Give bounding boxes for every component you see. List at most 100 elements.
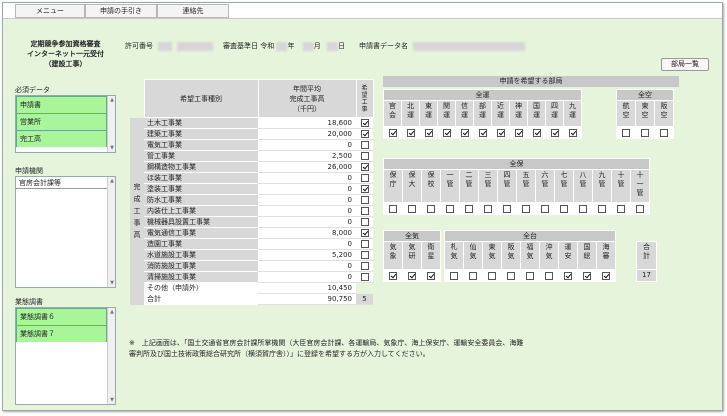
scrollbar[interactable]: ▲ ▼ <box>107 96 115 152</box>
menu-item-guide[interactable]: 申請の手引き <box>85 4 157 18</box>
desired-checkbox[interactable] <box>360 119 369 127</box>
list-item[interactable]: 業態調書７ <box>16 325 107 342</box>
avg-amount-input[interactable]: 18,600 <box>258 117 356 129</box>
desired-checkbox[interactable] <box>360 130 369 138</box>
scroll-down-icon[interactable]: ▼ <box>109 280 115 286</box>
zenho-checkbox[interactable] <box>560 204 568 213</box>
zenho-checkbox[interactable] <box>484 204 492 213</box>
scroll-up-icon[interactable]: ▲ <box>109 309 115 315</box>
zenho-checkbox[interactable] <box>389 204 397 213</box>
desired-checkbox[interactable] <box>360 141 369 149</box>
zenku-checkbox[interactable] <box>622 128 630 137</box>
list-item[interactable]: 官房会計課等 <box>16 177 107 189</box>
scroll-down-icon[interactable]: ▼ <box>109 397 115 403</box>
list-item[interactable]: 業態調書６ <box>16 308 107 325</box>
list-item[interactable]: 営業所 <box>16 113 107 130</box>
total-count: 5 <box>356 293 373 305</box>
desired-checkbox[interactable] <box>360 207 369 215</box>
zendai-checkbox[interactable] <box>526 271 534 280</box>
desired-checkbox[interactable] <box>360 218 369 226</box>
application-agency-list[interactable]: 官房会計課等 ▲ ▼ <box>15 176 116 288</box>
table-row: 造園工事業 0 <box>130 238 373 250</box>
required-data-list[interactable]: 申請書 営業所 完工高 ▲ ▼ <box>15 95 116 153</box>
desired-checkbox[interactable] <box>360 229 369 237</box>
zenho-checkbox[interactable] <box>636 204 644 213</box>
zendai-checkbox[interactable] <box>469 271 477 280</box>
avg-amount-input[interactable]: 0 <box>258 260 356 272</box>
zenho-checkbox[interactable] <box>465 204 473 213</box>
zentei-checkbox[interactable] <box>496 128 505 137</box>
avg-amount-input[interactable]: 0 <box>258 271 356 283</box>
zenho-checkbox[interactable] <box>579 204 587 213</box>
zendai-checkbox[interactable] <box>602 271 610 280</box>
zenho-checkbox[interactable] <box>522 204 530 213</box>
desired-checkbox[interactable] <box>360 163 369 171</box>
avg-amount-input[interactable]: 5,200 <box>258 249 356 261</box>
zentei-col-label: 官 会 <box>383 100 402 127</box>
survey-list[interactable]: 業態調書６ 業態調書７ ▲ ▼ <box>15 307 116 405</box>
zendai-checkbox[interactable] <box>545 271 553 280</box>
zentei-checkbox[interactable] <box>478 128 487 137</box>
total-value: 90,750 <box>258 293 356 305</box>
scroll-up-icon[interactable]: ▲ <box>109 178 115 184</box>
zenku-checkbox[interactable] <box>641 128 649 137</box>
avg-amount-input[interactable]: 8,000 <box>258 227 356 239</box>
zenki-checkbox[interactable] <box>408 271 416 280</box>
avg-amount-input[interactable]: 0 <box>258 194 356 206</box>
zentei-col-label: 信 運 <box>455 100 474 127</box>
zenho-checkbox[interactable] <box>598 204 606 213</box>
scrollbar[interactable]: ▲ ▼ <box>107 308 115 404</box>
zendai-checkbox[interactable] <box>507 271 515 280</box>
avg-amount-input[interactable]: 0 <box>258 238 356 250</box>
list-item[interactable]: 完工高 <box>16 130 107 147</box>
avg-amount-input[interactable]: 0 <box>258 205 356 217</box>
zentei-checkbox[interactable] <box>388 128 397 137</box>
zenku-checkbox[interactable] <box>660 128 668 137</box>
avg-amount-input[interactable]: 0 <box>258 139 356 151</box>
list-item[interactable]: 申請書 <box>16 96 107 113</box>
zenho-checkbox[interactable] <box>541 204 549 213</box>
zentei-checkbox[interactable] <box>514 128 523 137</box>
zenki-checkbox[interactable] <box>389 271 397 280</box>
desired-checkbox[interactable] <box>360 262 369 270</box>
zendai-checkbox[interactable] <box>564 271 572 280</box>
avg-amount-input[interactable]: 0 <box>258 183 356 195</box>
zenho-checkbox[interactable] <box>427 204 435 213</box>
avg-amount-input[interactable]: 2,500 <box>258 150 356 162</box>
desired-checkbox[interactable] <box>360 152 369 160</box>
zendai-checkbox[interactable] <box>450 271 458 280</box>
scroll-down-icon[interactable]: ▼ <box>109 145 115 151</box>
zenho-checkbox[interactable] <box>617 204 625 213</box>
menu-item-contact[interactable]: 連絡先 <box>157 4 229 18</box>
col-avg-amount: 年間平均 完成工事高 （千円） <box>257 79 357 118</box>
zentei-checkbox[interactable] <box>424 128 433 137</box>
zentei-checkbox[interactable] <box>406 128 415 137</box>
scrollbar[interactable]: ▲ ▼ <box>107 177 115 287</box>
desired-checkbox[interactable] <box>360 196 369 204</box>
zentei-checkbox[interactable] <box>460 128 469 137</box>
zendai-checkbox[interactable] <box>488 271 496 280</box>
avg-amount-input[interactable]: 0 <box>258 172 356 184</box>
zenki-col-label: 気 象 <box>383 241 403 270</box>
avg-amount-input[interactable]: 0 <box>258 216 356 228</box>
avg-amount-input[interactable]: 20,000 <box>258 128 356 140</box>
menu-item-menu[interactable]: メニュー <box>15 4 85 18</box>
zentei-checkbox[interactable] <box>442 128 451 137</box>
desired-checkbox[interactable] <box>360 251 369 259</box>
zentei-checkbox[interactable] <box>568 128 577 137</box>
desired-checkbox[interactable] <box>360 185 369 193</box>
zentei-group-label: 全運 <box>383 89 582 101</box>
zentei-checkbox[interactable] <box>550 128 559 137</box>
zendai-checkbox[interactable] <box>583 271 591 280</box>
zentei-checkbox[interactable] <box>532 128 541 137</box>
desired-checkbox[interactable] <box>360 240 369 248</box>
dept-list-button[interactable]: 部局一覧 <box>661 58 709 71</box>
desired-checkbox[interactable] <box>360 174 369 182</box>
zenho-checkbox[interactable] <box>446 204 454 213</box>
zenho-checkbox[interactable] <box>408 204 416 213</box>
zenki-checkbox[interactable] <box>427 271 435 280</box>
zenho-checkbox[interactable] <box>503 204 511 213</box>
avg-amount-input[interactable]: 26,000 <box>258 161 356 173</box>
scroll-up-icon[interactable]: ▲ <box>109 97 115 103</box>
desired-checkbox[interactable] <box>360 273 369 281</box>
